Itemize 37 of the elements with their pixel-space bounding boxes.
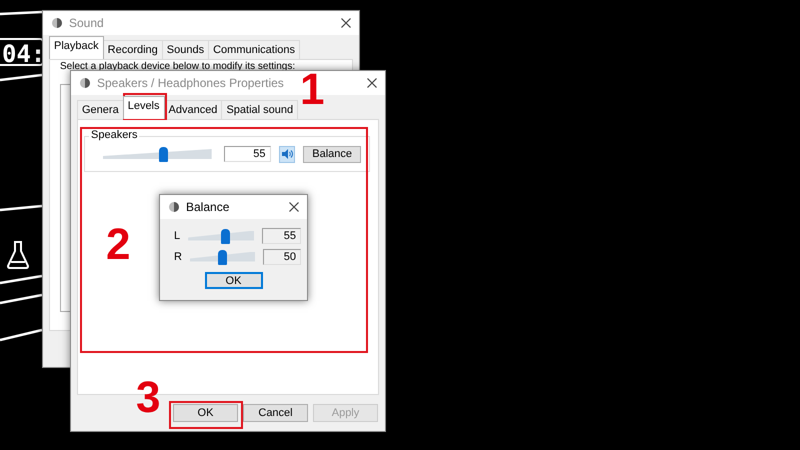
device-icon bbox=[79, 77, 91, 89]
close-icon[interactable] bbox=[367, 78, 377, 88]
step-number: 2 bbox=[106, 223, 130, 267]
dialog-button[interactable]: Cancel bbox=[243, 404, 308, 422]
tab[interactable]: Genera bbox=[77, 100, 124, 119]
slider[interactable] bbox=[190, 248, 256, 264]
window-title: Balance bbox=[186, 200, 230, 214]
tab[interactable]: Spatial sound bbox=[221, 100, 298, 119]
close-icon[interactable] bbox=[341, 18, 351, 28]
speaker-app-icon bbox=[51, 17, 63, 29]
highlight-frame bbox=[123, 93, 167, 120]
tab[interactable]: Playback bbox=[49, 36, 104, 59]
ok-button[interactable]: OK bbox=[204, 272, 262, 289]
volume-field[interactable]: 55 bbox=[224, 146, 270, 162]
speaker-icon bbox=[280, 148, 293, 160]
instruction-text: Select a playback device below to modify its settings: bbox=[59, 60, 296, 72]
close-icon[interactable] bbox=[289, 202, 299, 212]
balance-button[interactable]: Balance bbox=[303, 146, 361, 162]
tab[interactable]: Levels bbox=[122, 96, 164, 119]
channel-label: L bbox=[174, 230, 180, 242]
window-title: Speakers / Headphones Properties bbox=[97, 76, 285, 90]
slider[interactable] bbox=[188, 228, 254, 244]
slider-thumb[interactable] bbox=[158, 147, 168, 162]
slider-thumb[interactable] bbox=[220, 228, 230, 244]
speaker-app-icon bbox=[168, 201, 180, 213]
slider-thumb[interactable] bbox=[218, 250, 228, 264]
dialog-button[interactable]: OK bbox=[173, 404, 238, 422]
step-number: 3 bbox=[136, 376, 160, 420]
flask-icon bbox=[6, 240, 30, 270]
channel-label: R bbox=[174, 250, 182, 262]
level-field[interactable]: 50 bbox=[263, 248, 301, 264]
level-field[interactable]: 55 bbox=[262, 228, 301, 244]
tab[interactable]: Communications bbox=[208, 40, 300, 59]
slider[interactable] bbox=[103, 146, 212, 162]
step-number: 1 bbox=[300, 68, 324, 112]
window-title: Sound bbox=[69, 16, 105, 30]
mute-button[interactable] bbox=[278, 146, 296, 162]
